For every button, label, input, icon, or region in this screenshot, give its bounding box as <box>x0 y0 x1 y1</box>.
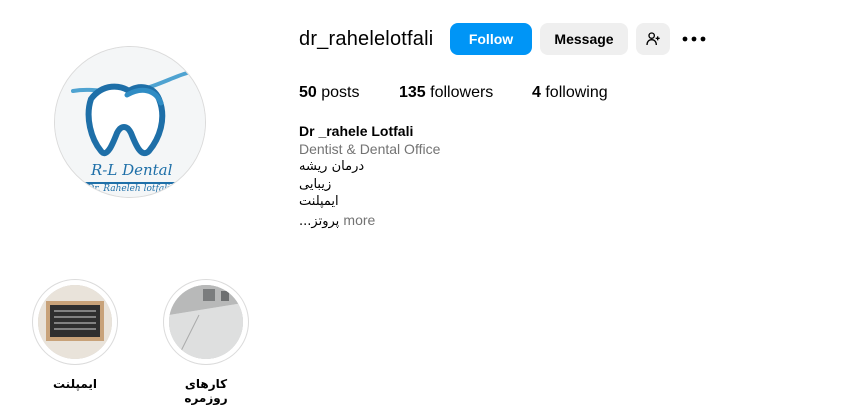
logo-doctor-text: Dr. Raheleh lotfali <box>86 184 170 194</box>
bio-category: Dentist & Dental Office <box>299 141 441 157</box>
followers-label: followers <box>430 84 494 101</box>
profile-avatar[interactable]: R-L Dental Dr. Raheleh lotfali <box>55 47 205 197</box>
followers-stat[interactable]: 135 followers <box>399 84 493 102</box>
add-user-button[interactable] <box>636 23 670 55</box>
highlight-ring <box>32 279 118 365</box>
following-stat[interactable]: 4 following <box>532 84 608 102</box>
more-options-button[interactable] <box>679 23 709 55</box>
highlight-ring <box>163 279 249 365</box>
follow-button[interactable]: Follow <box>450 23 532 55</box>
bio-line-last: پروتز... more <box>299 212 375 229</box>
bio-line: زیبایی <box>299 177 332 192</box>
posts-label: posts <box>321 84 360 101</box>
highlight-label: کارهای روزمره <box>184 377 228 405</box>
profile-username: dr_rahelelotfali <box>299 28 434 50</box>
following-count: 4 <box>532 84 541 101</box>
highlight-daily-work[interactable]: کارهای روزمره <box>163 279 249 405</box>
bio-line: ایمپلنت <box>299 194 339 209</box>
person-add-icon <box>646 32 660 46</box>
logo-brand-text: R-L Dental <box>90 161 173 179</box>
highlight-cover <box>38 285 112 359</box>
highlight-label: ایمپلنت <box>52 377 98 391</box>
highlight-cover <box>169 285 243 359</box>
message-button[interactable]: Message <box>540 23 628 55</box>
following-label: following <box>545 84 608 101</box>
followers-count: 135 <box>399 84 426 101</box>
bio-full-name: Dr _rahele Lotfali <box>299 123 414 139</box>
bio-line: درمان ریشه <box>299 159 365 174</box>
highlight-implant[interactable]: ایمپلنت <box>32 279 118 391</box>
more-horizontal-icon <box>682 36 706 42</box>
bio-line: پروتز... <box>299 214 340 229</box>
posts-stat[interactable]: 50 posts <box>299 84 360 102</box>
bio-more-link[interactable]: more <box>343 212 375 228</box>
dental-logo-icon: R-L Dental Dr. Raheleh lotfali <box>55 47 205 197</box>
posts-count: 50 <box>299 84 317 101</box>
